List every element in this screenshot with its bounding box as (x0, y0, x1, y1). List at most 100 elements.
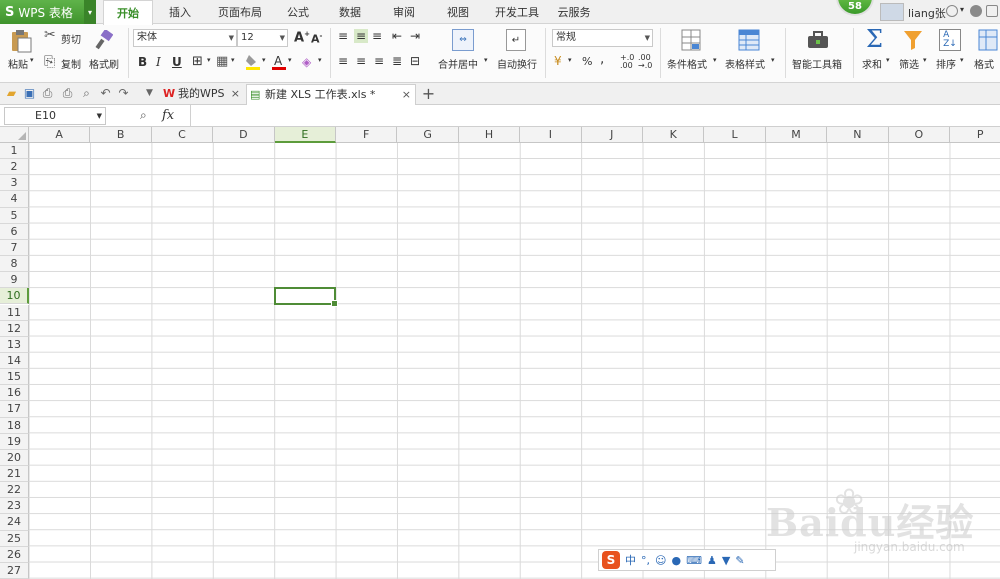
tab-data[interactable]: 数据 (332, 0, 368, 24)
ime-punct[interactable]: °, (641, 554, 650, 567)
insert-function-button[interactable]: fx (162, 108, 174, 123)
row-header-7[interactable]: 7 (0, 239, 29, 257)
paste-dropdown-icon[interactable]: ▾ (30, 56, 34, 64)
tab-cloud-service[interactable]: 云服务 (554, 0, 594, 24)
cell-style-dropdown-icon[interactable]: ▾ (231, 56, 235, 64)
decrease-decimal-icon[interactable]: .00 →.0 (638, 54, 652, 70)
row-header-21[interactable]: 21 (0, 466, 29, 483)
column-header-d[interactable]: D (213, 127, 275, 143)
print-icon[interactable]: ⎙ (60, 86, 75, 101)
sort-button[interactable]: 排序 (936, 56, 956, 71)
undo-icon[interactable]: ↶ (98, 86, 113, 101)
smart-toolbox-button[interactable]: 智能工具箱 (792, 56, 842, 71)
column-header-p[interactable]: P (950, 127, 1000, 143)
notification-badge[interactable]: 58 (836, 0, 874, 16)
paste-button[interactable]: 粘贴 (8, 56, 28, 71)
skin-icon[interactable] (986, 5, 998, 17)
format-painter-button[interactable]: 格式刷 (89, 56, 119, 71)
table-style-icon[interactable] (738, 29, 760, 51)
row-header-19[interactable]: 19 (0, 433, 29, 450)
row-header-25[interactable]: 25 (0, 530, 29, 547)
format-painter-icon[interactable] (94, 29, 114, 51)
column-header-k[interactable]: K (643, 127, 705, 143)
filter-icon[interactable] (903, 29, 923, 51)
merge-center-icon[interactable]: ⇔ (452, 29, 474, 51)
sort-dropdown-icon[interactable]: ▾ (960, 56, 964, 64)
close-icon[interactable]: × (402, 85, 411, 105)
toolbox-icon[interactable] (806, 30, 830, 50)
tab-formulas[interactable]: 公式 (280, 0, 316, 24)
align-middle-icon[interactable]: ≡ (354, 29, 369, 43)
font-color-icon[interactable]: A (271, 53, 287, 71)
formula-input[interactable] (190, 105, 1000, 127)
table-style-button[interactable]: 表格样式 (725, 56, 765, 71)
tab-review[interactable]: 审阅 (386, 0, 422, 24)
redo-icon[interactable]: ↷ (116, 86, 131, 101)
tab-insert[interactable]: 插入 (160, 0, 200, 24)
close-icon[interactable]: × (231, 84, 240, 104)
scissors-icon[interactable]: ✂ (44, 28, 56, 42)
font-color-dropdown-icon[interactable]: ▾ (288, 56, 292, 64)
merge-center-button[interactable]: 合并居中 (438, 56, 478, 71)
align-bottom-icon[interactable]: ≡ (372, 29, 382, 43)
column-header-l[interactable]: L (704, 127, 766, 143)
emoji-icon[interactable]: ☺ (655, 554, 666, 567)
bold-button[interactable]: B (138, 55, 147, 69)
tab-page-layout[interactable]: 页面布局 (212, 0, 268, 24)
row-header-23[interactable]: 23 (0, 498, 29, 515)
increase-indent-icon[interactable]: ⇥ (410, 29, 420, 43)
border-icon[interactable]: ⊞ (192, 54, 203, 69)
wrap-text-button[interactable]: 自动换行 (497, 56, 537, 71)
open-folder-icon[interactable]: ▰ (4, 86, 19, 101)
new-tab-button[interactable]: + (421, 86, 436, 102)
justify-icon[interactable]: ≣ (392, 54, 402, 68)
clear-format-icon[interactable]: ◈ (302, 55, 311, 69)
column-header-o[interactable]: O (888, 127, 950, 143)
number-format-select[interactable]: 常规 ▼ (552, 29, 653, 47)
column-header-b[interactable]: B (90, 127, 152, 143)
ime-mode[interactable]: 中 (625, 552, 636, 568)
export-pdf-icon[interactable]: ⎙ (40, 86, 55, 101)
paste-icon[interactable] (9, 28, 33, 54)
print-preview-icon[interactable]: ⌕ (79, 86, 94, 101)
voice-icon[interactable]: ● (671, 554, 681, 567)
row-header-8[interactable]: 8 (0, 256, 29, 273)
conditional-format-button[interactable]: 条件格式 (667, 56, 707, 71)
column-header-h[interactable]: H (458, 127, 521, 143)
user-name[interactable]: liang张 (908, 5, 946, 21)
increase-font-icon[interactable]: A+ (294, 30, 310, 45)
fill-color-icon[interactable] (245, 53, 261, 71)
row-header-22[interactable]: 22 (0, 482, 29, 499)
font-name-select[interactable]: 宋体 ▼ (133, 29, 237, 47)
row-header-20[interactable]: 20 (0, 449, 29, 466)
row-header-27[interactable]: 27 (0, 562, 29, 579)
sort-icon[interactable]: A Z↓ (939, 29, 961, 51)
app-menu-button[interactable]: S WPS 表格 ▾ (0, 0, 96, 24)
decrease-indent-icon[interactable]: ⇤ (392, 29, 402, 43)
row-header-13[interactable]: 13 (0, 336, 29, 353)
user-dropdown-icon[interactable]: ▾ (960, 5, 964, 14)
fill-color-dropdown-icon[interactable]: ▾ (262, 56, 266, 64)
row-header-16[interactable]: 16 (0, 385, 29, 402)
row-header-9[interactable]: 9 (0, 272, 29, 289)
wrap-text-icon[interactable]: ↵ (506, 29, 526, 51)
row-header-6[interactable]: 6 (0, 223, 29, 240)
name-box[interactable]: E10 ▼ (4, 107, 106, 125)
underline-button[interactable]: U (172, 55, 182, 69)
row-header-18[interactable]: 18 (0, 417, 29, 434)
align-right-icon[interactable]: ≡ (374, 54, 384, 68)
format-icon[interactable] (978, 29, 998, 51)
currency-icon[interactable]: ¥ (554, 54, 562, 68)
account-icon[interactable] (946, 5, 958, 17)
row-header-15[interactable]: 15 (0, 369, 29, 386)
filter-button[interactable]: 筛选 (899, 56, 919, 71)
row-header-26[interactable]: 26 (0, 546, 29, 563)
row-header-24[interactable]: 24 (0, 514, 29, 531)
avatar[interactable] (880, 3, 904, 21)
copy-icon[interactable]: ⎘ (44, 55, 55, 69)
row-header-17[interactable]: 17 (0, 401, 29, 418)
sum-button[interactable]: 求和 (862, 56, 882, 71)
decrease-font-icon[interactable]: A- (311, 32, 322, 46)
column-header-j[interactable]: J (581, 127, 643, 143)
column-header-m[interactable]: M (765, 127, 828, 143)
